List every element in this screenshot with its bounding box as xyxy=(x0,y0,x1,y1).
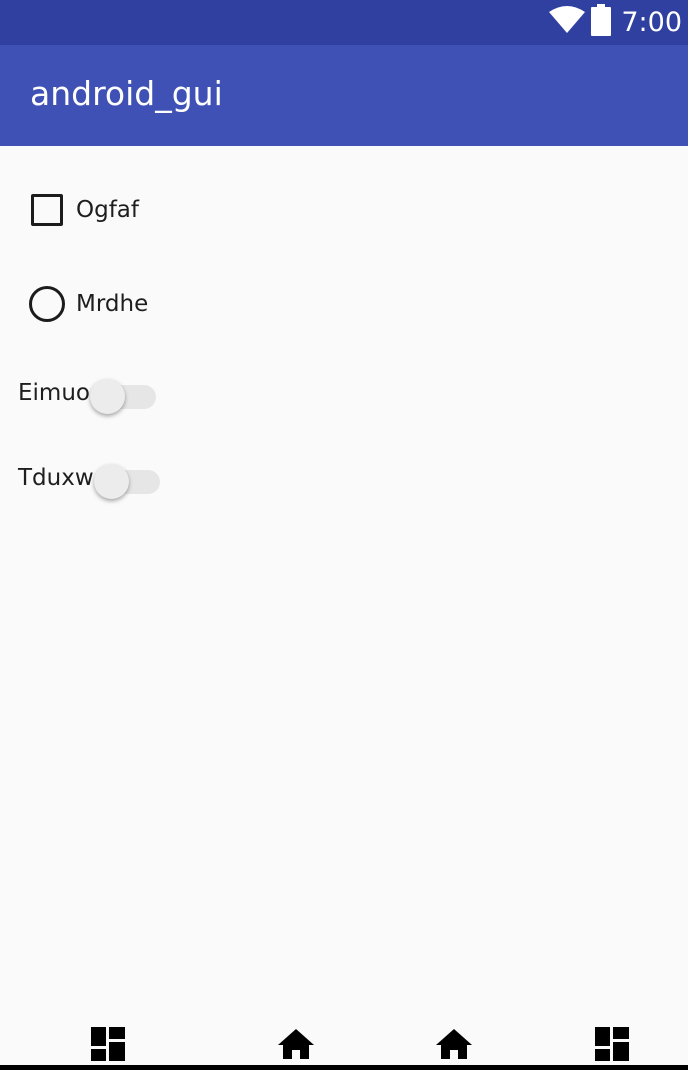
dashboard-icon[interactable] xyxy=(595,1027,633,1063)
nav-bar xyxy=(0,1020,688,1070)
switch-label: Eimuo xyxy=(18,380,90,406)
checkbox-label: Ogfaf xyxy=(76,197,139,223)
checkbox-row[interactable]: Ogfaf xyxy=(31,194,139,226)
switch-row-2[interactable]: Tduxw xyxy=(18,458,160,499)
toggle-switch[interactable] xyxy=(93,458,160,499)
switch-thumb[interactable] xyxy=(93,464,129,499)
app-title: android_gui xyxy=(30,74,223,113)
app-bar: android_gui xyxy=(0,45,688,146)
radio-button[interactable] xyxy=(29,286,65,322)
home-icon[interactable] xyxy=(435,1027,473,1063)
switch-thumb[interactable] xyxy=(89,379,125,414)
home-icon[interactable] xyxy=(277,1027,315,1063)
dashboard-icon[interactable] xyxy=(91,1027,129,1063)
content-area: Ogfaf Mrdhe Eimuo Tduxw xyxy=(0,146,688,1036)
radio-row[interactable]: Mrdhe xyxy=(29,286,148,322)
checkbox[interactable] xyxy=(31,194,63,226)
toggle-switch[interactable] xyxy=(89,373,156,414)
nav-divider xyxy=(0,1065,688,1070)
radio-label: Mrdhe xyxy=(76,291,149,317)
status-bar: 7:00 xyxy=(0,0,688,45)
battery-icon xyxy=(591,4,612,41)
status-time: 7:00 xyxy=(621,7,682,38)
status-icons: 7:00 xyxy=(549,0,682,45)
switch-label: Tduxw xyxy=(18,465,94,491)
switch-row-1[interactable]: Eimuo xyxy=(18,373,156,414)
wifi-icon xyxy=(549,6,586,39)
